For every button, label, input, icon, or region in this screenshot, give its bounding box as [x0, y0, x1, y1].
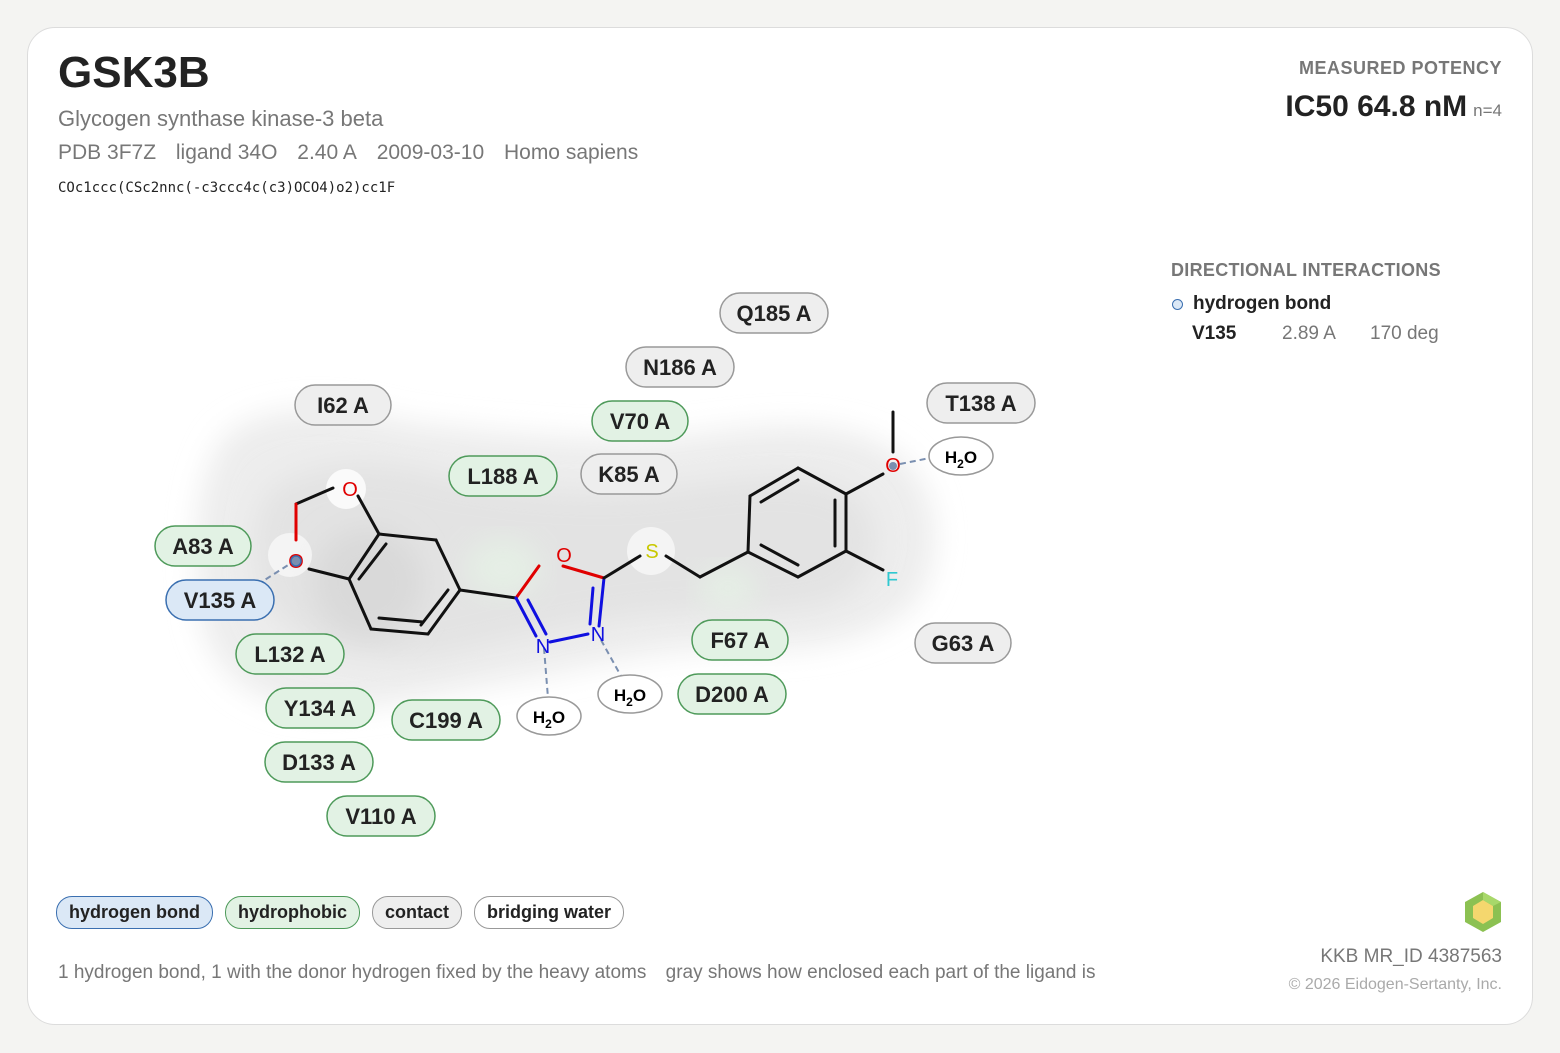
- residue-q185-a: Q185 A: [719, 292, 829, 334]
- residue-a83-a: A83 A: [154, 525, 252, 567]
- residue-label: Q185 A: [736, 301, 811, 326]
- residue-l188-a: L188 A: [448, 455, 558, 497]
- caption-enclosure-note: gray shows how enclosed each part of the…: [665, 962, 1096, 983]
- residue-label: V110 A: [345, 804, 416, 829]
- residue-label: L188 A: [467, 464, 538, 489]
- residue-label: I62 A: [317, 393, 369, 418]
- residue-i62-a: I62 A: [294, 384, 392, 426]
- atom-fluorine: F: [886, 569, 898, 591]
- record-id: KKB MR_ID 4387563: [1320, 946, 1502, 967]
- caption-hbond-note: 1 hydrogen bond, 1 with the donor hydrog…: [58, 962, 647, 983]
- residue-y134-a: Y134 A: [265, 687, 375, 729]
- atom-sulfur: S: [645, 541, 658, 563]
- residue-d200-a: D200 A: [677, 673, 787, 715]
- atom-oxygen: O: [342, 479, 358, 501]
- water-molecule: H2O: [516, 696, 582, 736]
- residue-label: T138 A: [945, 391, 1016, 416]
- interaction-diagram: O O O O N N S F H2O H2O H2O: [154, 292, 1036, 837]
- residue-v135-a: V135 A: [165, 579, 275, 621]
- residue-label: F67 A: [710, 628, 769, 653]
- figure-caption: 1 hydrogen bond, 1 with the donor hydrog…: [58, 962, 1110, 984]
- residue-label: Y134 A: [284, 696, 357, 721]
- residue-g63-a: G63 A: [914, 622, 1012, 664]
- residue-v70-a: V70 A: [591, 400, 689, 442]
- hbond-acceptor-marker: [290, 555, 302, 567]
- residue-label: A83 A: [172, 534, 234, 559]
- residue-t138-a: T138 A: [926, 382, 1036, 424]
- residue-l132-a: L132 A: [235, 633, 345, 675]
- residue-k85-a: K85 A: [580, 453, 678, 495]
- residue-label: C199 A: [409, 708, 483, 733]
- atom-nitrogen: N: [591, 624, 605, 646]
- residue-d133-a: D133 A: [264, 741, 374, 783]
- residue-n186-a: N186 A: [625, 346, 735, 388]
- water-molecule: H2O: [928, 436, 994, 476]
- residue-label: N186 A: [643, 355, 717, 380]
- legend-bridging-water: bridging water: [474, 896, 625, 929]
- residue-label: V70 A: [610, 409, 670, 434]
- legend: hydrogen bond hydrophobic contact bridgi…: [56, 896, 625, 929]
- water-contact-marker: [889, 462, 897, 470]
- residue-label: D200 A: [695, 682, 769, 707]
- legend-hydrophobic: hydrophobic: [224, 896, 360, 929]
- residue-label: V135 A: [184, 588, 257, 613]
- atom-oxygen: O: [556, 545, 572, 567]
- legend-contact: contact: [371, 896, 462, 929]
- atom-nitrogen: N: [536, 636, 550, 658]
- report-card: GSK3B Glycogen synthase kinase-3 beta PD…: [27, 27, 1533, 1025]
- residue-label: K85 A: [598, 462, 660, 487]
- residue-label: G63 A: [932, 631, 995, 656]
- residue-v110-a: V110 A: [326, 795, 436, 837]
- water-molecule: H2O: [597, 674, 663, 714]
- company-logo-icon: [1465, 892, 1501, 932]
- legend-hydrogen-bond: hydrogen bond: [56, 896, 213, 929]
- residue-f67-a: F67 A: [691, 619, 789, 661]
- residue-c199-a: C199 A: [391, 699, 501, 741]
- copyright: © 2026 Eidogen-Sertanty, Inc.: [1288, 976, 1502, 993]
- residue-label: D133 A: [282, 750, 356, 775]
- residue-label: L132 A: [254, 642, 325, 667]
